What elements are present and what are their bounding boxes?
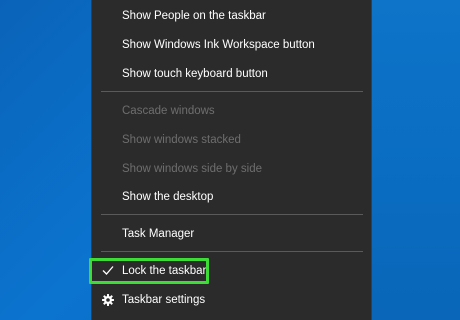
menu-item-label: Show Windows Ink Workspace button <box>122 39 315 51</box>
check-icon <box>102 266 114 275</box>
menu-item-label: Lock the taskbar <box>122 265 207 277</box>
menu-item-show-windows-side-by-side: Show windows side by side <box>92 156 371 182</box>
menu-separator <box>101 214 363 215</box>
menu-item-cascade-windows: Cascade windows <box>92 98 371 124</box>
desktop-area <box>372 0 460 320</box>
menu-item-show-windows-stacked: Show windows stacked <box>92 127 371 153</box>
gear-icon <box>102 294 114 306</box>
menu-item-lock-taskbar[interactable]: Lock the taskbar <box>92 258 371 284</box>
menu-item-label: Show People on the taskbar <box>122 10 266 22</box>
menu-item-label: Show touch keyboard button <box>122 68 268 80</box>
menu-item-label: Show the desktop <box>122 191 214 203</box>
desktop-background: { "context_menu": { "items": [ { "label"… <box>0 0 460 320</box>
menu-item-show-people[interactable]: Show People on the taskbar <box>92 3 371 29</box>
menu-item-task-manager[interactable]: Task Manager <box>92 221 371 247</box>
menu-separator <box>101 91 363 92</box>
menu-item-taskbar-settings[interactable]: Taskbar settings <box>92 287 371 313</box>
menu-item-label: Cascade windows <box>122 105 215 117</box>
menu-item-show-touch-keyboard[interactable]: Show touch keyboard button <box>92 61 371 87</box>
taskbar-context-menu: Show People on the taskbar Show Windows … <box>91 0 372 320</box>
menu-item-label: Task Manager <box>122 228 195 240</box>
menu-item-label: Taskbar settings <box>122 294 206 306</box>
menu-separator <box>101 251 363 252</box>
menu-item-label: Show windows side by side <box>122 163 262 175</box>
menu-item-label: Show windows stacked <box>122 134 241 146</box>
menu-item-show-desktop[interactable]: Show the desktop <box>92 184 371 210</box>
menu-item-show-windows-ink[interactable]: Show Windows Ink Workspace button <box>92 32 371 58</box>
